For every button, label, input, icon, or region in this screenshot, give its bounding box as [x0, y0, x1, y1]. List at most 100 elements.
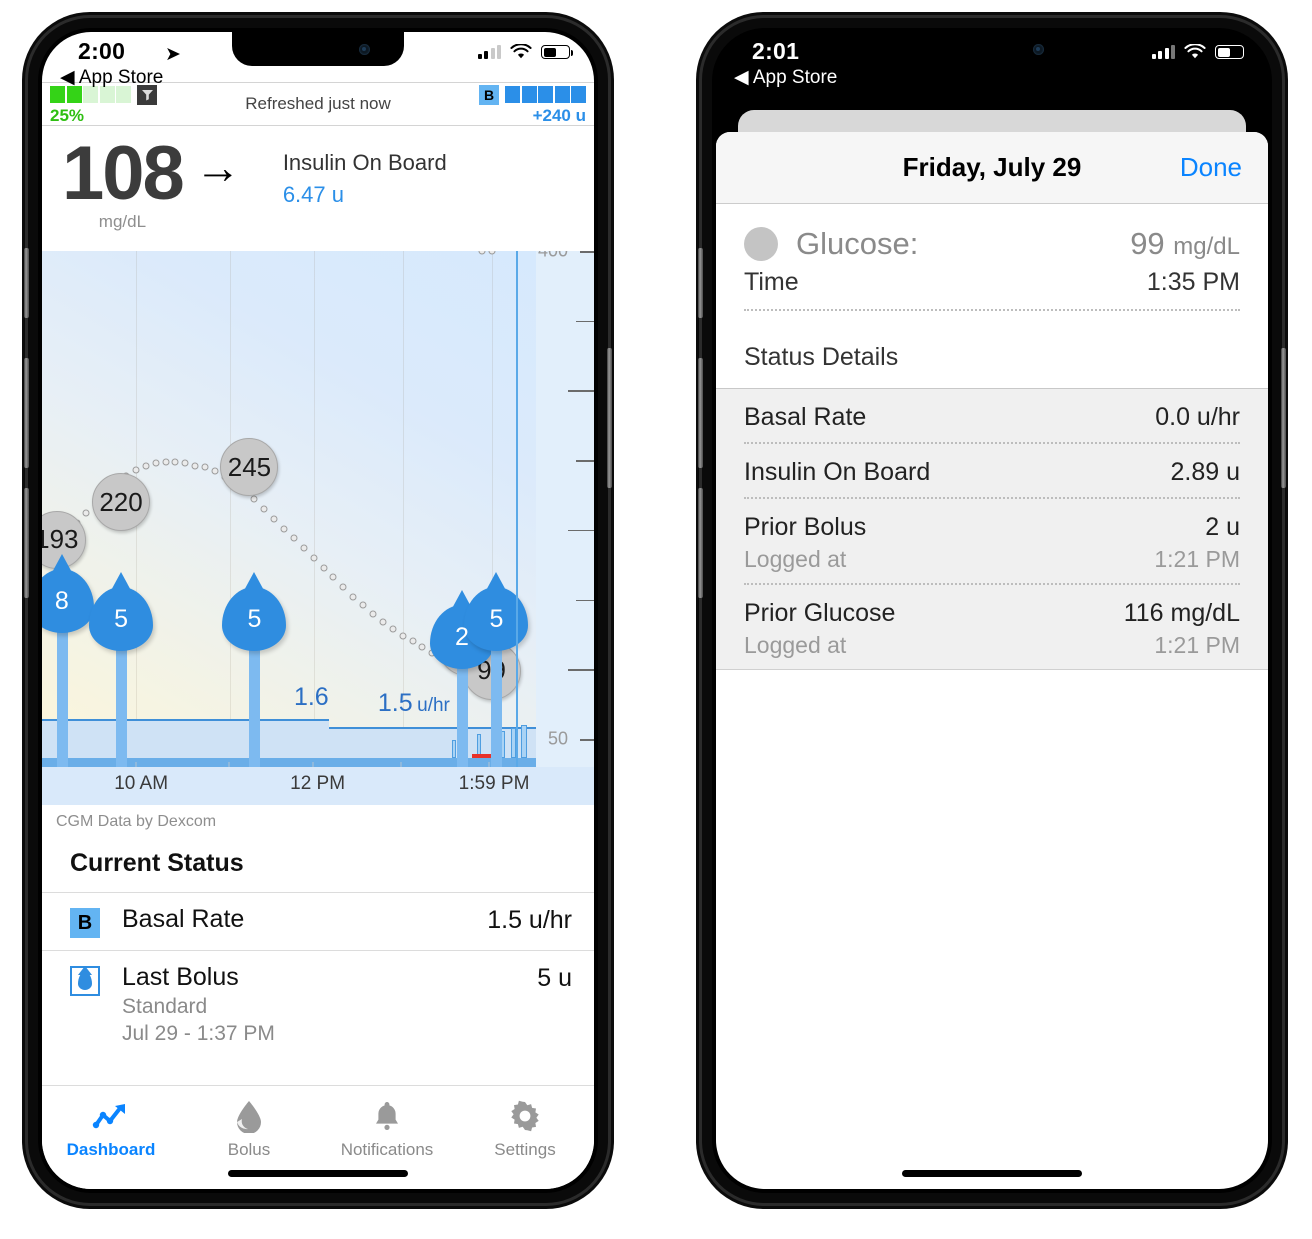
y-tick [580, 739, 594, 741]
bolus-marker[interactable]: 5 [222, 587, 287, 651]
glucose-value-wrap: 99 mg/dL [1130, 226, 1240, 262]
status-icons-right [1151, 44, 1247, 60]
glucose-point [329, 573, 337, 581]
power-button-right[interactable] [1281, 348, 1286, 488]
refreshed-text: Refreshed just now [245, 94, 391, 113]
mute-switch-right[interactable] [698, 488, 703, 598]
glucose-point [142, 462, 150, 470]
wifi-icon-right [1184, 44, 1206, 59]
bolus-marker[interactable]: 5 [89, 587, 154, 651]
detail-label: Prior Glucose [744, 599, 896, 627]
bolus-delivery-bar [452, 740, 457, 758]
glucose-point [132, 466, 140, 474]
detail-value: 2.89 u [1170, 458, 1240, 486]
tab-bolus-label: Bolus [227, 1140, 271, 1159]
basal-rate-value: 1.5 u/hr [487, 906, 572, 934]
glucose-unit: mg/dL [1173, 233, 1240, 260]
sheet-title: Friday, July 29 [902, 152, 1082, 182]
back-to-app-store-link-right[interactable]: ◀ App Store [734, 66, 837, 89]
glucose-point [488, 251, 496, 255]
volume-up-button[interactable] [24, 248, 29, 318]
glucose-dot-icon [744, 227, 778, 261]
front-camera-icon-right [1033, 44, 1044, 55]
tab-notifications-label: Notifications [340, 1140, 434, 1159]
basal-b-icon: B [70, 908, 100, 938]
sheet-header: Friday, July 29 Done [716, 132, 1268, 204]
time-label: Time [744, 268, 799, 296]
home-indicator[interactable] [228, 1170, 408, 1177]
location-arrow-icon: ➤ [165, 44, 181, 65]
power-button[interactable] [607, 348, 612, 488]
tab-settings-label: Settings [494, 1140, 556, 1159]
glucose-point [369, 610, 377, 618]
y-tick [568, 529, 594, 532]
y-tick [568, 669, 594, 671]
last-bolus-timestamp: Jul 29 - 1:37 PM [122, 1022, 275, 1045]
detail-label: Prior Bolus [744, 513, 867, 541]
bolus-marker[interactable]: 5 [464, 587, 529, 651]
y-tick-label: 50 [547, 728, 568, 749]
status-row-basal-rate[interactable]: B Basal Rate 1.5 u/hr [42, 892, 594, 950]
glucose-point [162, 458, 169, 466]
bolus-delivery-bar [521, 725, 528, 758]
volume-down-button-right[interactable] [698, 358, 703, 468]
detail-value: 116 mg/dL [1123, 599, 1240, 627]
detail-label: Insulin On Board [744, 458, 931, 486]
detail-value: 2 u [1205, 513, 1240, 541]
x-tick [135, 762, 138, 767]
glucose-point [201, 463, 209, 471]
iob-value: 6.47 u [282, 182, 344, 207]
glucose-header: 108 mg/dL → Insulin On Board 6.47 u [42, 126, 594, 251]
back-to-app-store-link[interactable]: ◀ App Store [60, 66, 163, 89]
glucose-point [290, 534, 298, 542]
glucose-point [418, 643, 426, 651]
glucose-reading-bubble[interactable]: 245 [220, 438, 279, 497]
glucose-point [379, 618, 387, 626]
tab-settings[interactable]: Settings [456, 1086, 594, 1189]
chart-y-axis: 400 50 [536, 251, 594, 767]
y-tick [576, 599, 594, 602]
front-camera-icon [359, 44, 370, 55]
glucose-value: 99 [1130, 226, 1165, 261]
home-indicator-right[interactable] [902, 1170, 1082, 1177]
glucose-point [339, 583, 347, 591]
glucose-label: Glucose: [796, 226, 919, 261]
status-icons [477, 44, 573, 60]
glucose-point [270, 515, 278, 523]
volume-up-button-right[interactable] [698, 248, 703, 318]
bolus-marker[interactable]: 8 [42, 569, 94, 633]
trend-arrow-icon: → [194, 141, 241, 193]
glucose-time-row: Time 1:35 PM [744, 268, 1240, 311]
cellular-bars-icon-right [1151, 45, 1175, 59]
x-tick-label: 10 AM [114, 773, 169, 794]
y-tick [568, 390, 594, 392]
tab-dashboard[interactable]: Dashboard [42, 1086, 180, 1189]
iob-label: Insulin On Board [282, 150, 447, 175]
basal-rate-label-2: 1.5 u/hr [377, 689, 450, 717]
mute-switch[interactable] [24, 488, 29, 598]
notch [232, 32, 404, 66]
glucose-point [82, 509, 90, 517]
status-time: 2:00 [78, 38, 126, 64]
notch-right [906, 32, 1078, 66]
status-detail-sheet: Friday, July 29 Done Glucose: 99 mg/dL T… [716, 132, 1268, 1189]
detail-sub-value: 1:21 PM [1154, 632, 1240, 658]
glucose-chart[interactable]: 1.61.5 u/hr1932202451169985525 40050 10 … [42, 251, 594, 805]
x-tick [399, 762, 402, 767]
glucose-reading-bubble[interactable]: 220 [92, 473, 151, 532]
left-phone: 2:00 ➤ ◀ App Store 25% Refreshed just no… [24, 18, 612, 1203]
glucose-point [152, 459, 160, 467]
y-tick [580, 251, 594, 253]
done-button[interactable]: Done [1180, 152, 1242, 183]
glucose-point [181, 459, 189, 467]
status-row-last-bolus[interactable]: Last Bolus Standard Jul 29 - 1:37 PM 5 u [42, 950, 594, 1058]
glucose-point [320, 564, 328, 572]
y-tick [576, 460, 594, 462]
cgm-source-label: CGM Data by Dexcom [42, 805, 594, 831]
chart-plot-area[interactable]: 1.61.5 u/hr1932202451169985525 [42, 251, 536, 767]
tab-dashboard-label: Dashboard [66, 1140, 156, 1159]
left-phone-screen: 2:00 ➤ ◀ App Store 25% Refreshed just no… [42, 32, 594, 1189]
glucose-point [478, 251, 486, 255]
volume-down-button[interactable] [24, 358, 29, 468]
detail-row-prior-glucose: Prior Glucose 116 mg/dL Logged at 1:21 P… [744, 585, 1240, 669]
